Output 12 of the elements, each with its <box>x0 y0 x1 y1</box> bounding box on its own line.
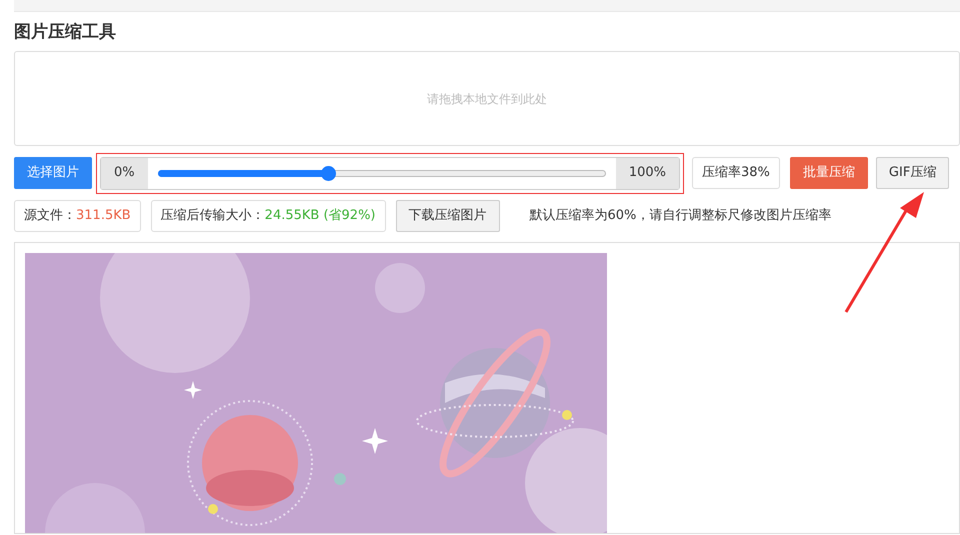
compression-rate: 压缩率38% <box>692 157 780 189</box>
min-label: 0% <box>101 158 148 188</box>
compression-slider[interactable]: 0% 100% <box>100 156 680 190</box>
gif-compress-button[interactable]: GIF压缩 <box>876 157 950 189</box>
compressed-size: 压缩后传输大小：24.55KB (省92%) <box>150 200 386 232</box>
hint-text: 默认压缩率为60%，请自行调整标尺修改图片压缩率 <box>530 207 832 226</box>
drop-zone[interactable]: 请拖拽本地文件到此处 <box>14 51 960 146</box>
page-title: 图片压缩工具 <box>14 21 117 44</box>
max-label: 100% <box>616 158 679 188</box>
download-button[interactable]: 下载压缩图片 <box>396 200 500 232</box>
choose-image-button[interactable]: 选择图片 <box>14 157 92 189</box>
source-size: 源文件：311.5KB <box>14 200 141 232</box>
